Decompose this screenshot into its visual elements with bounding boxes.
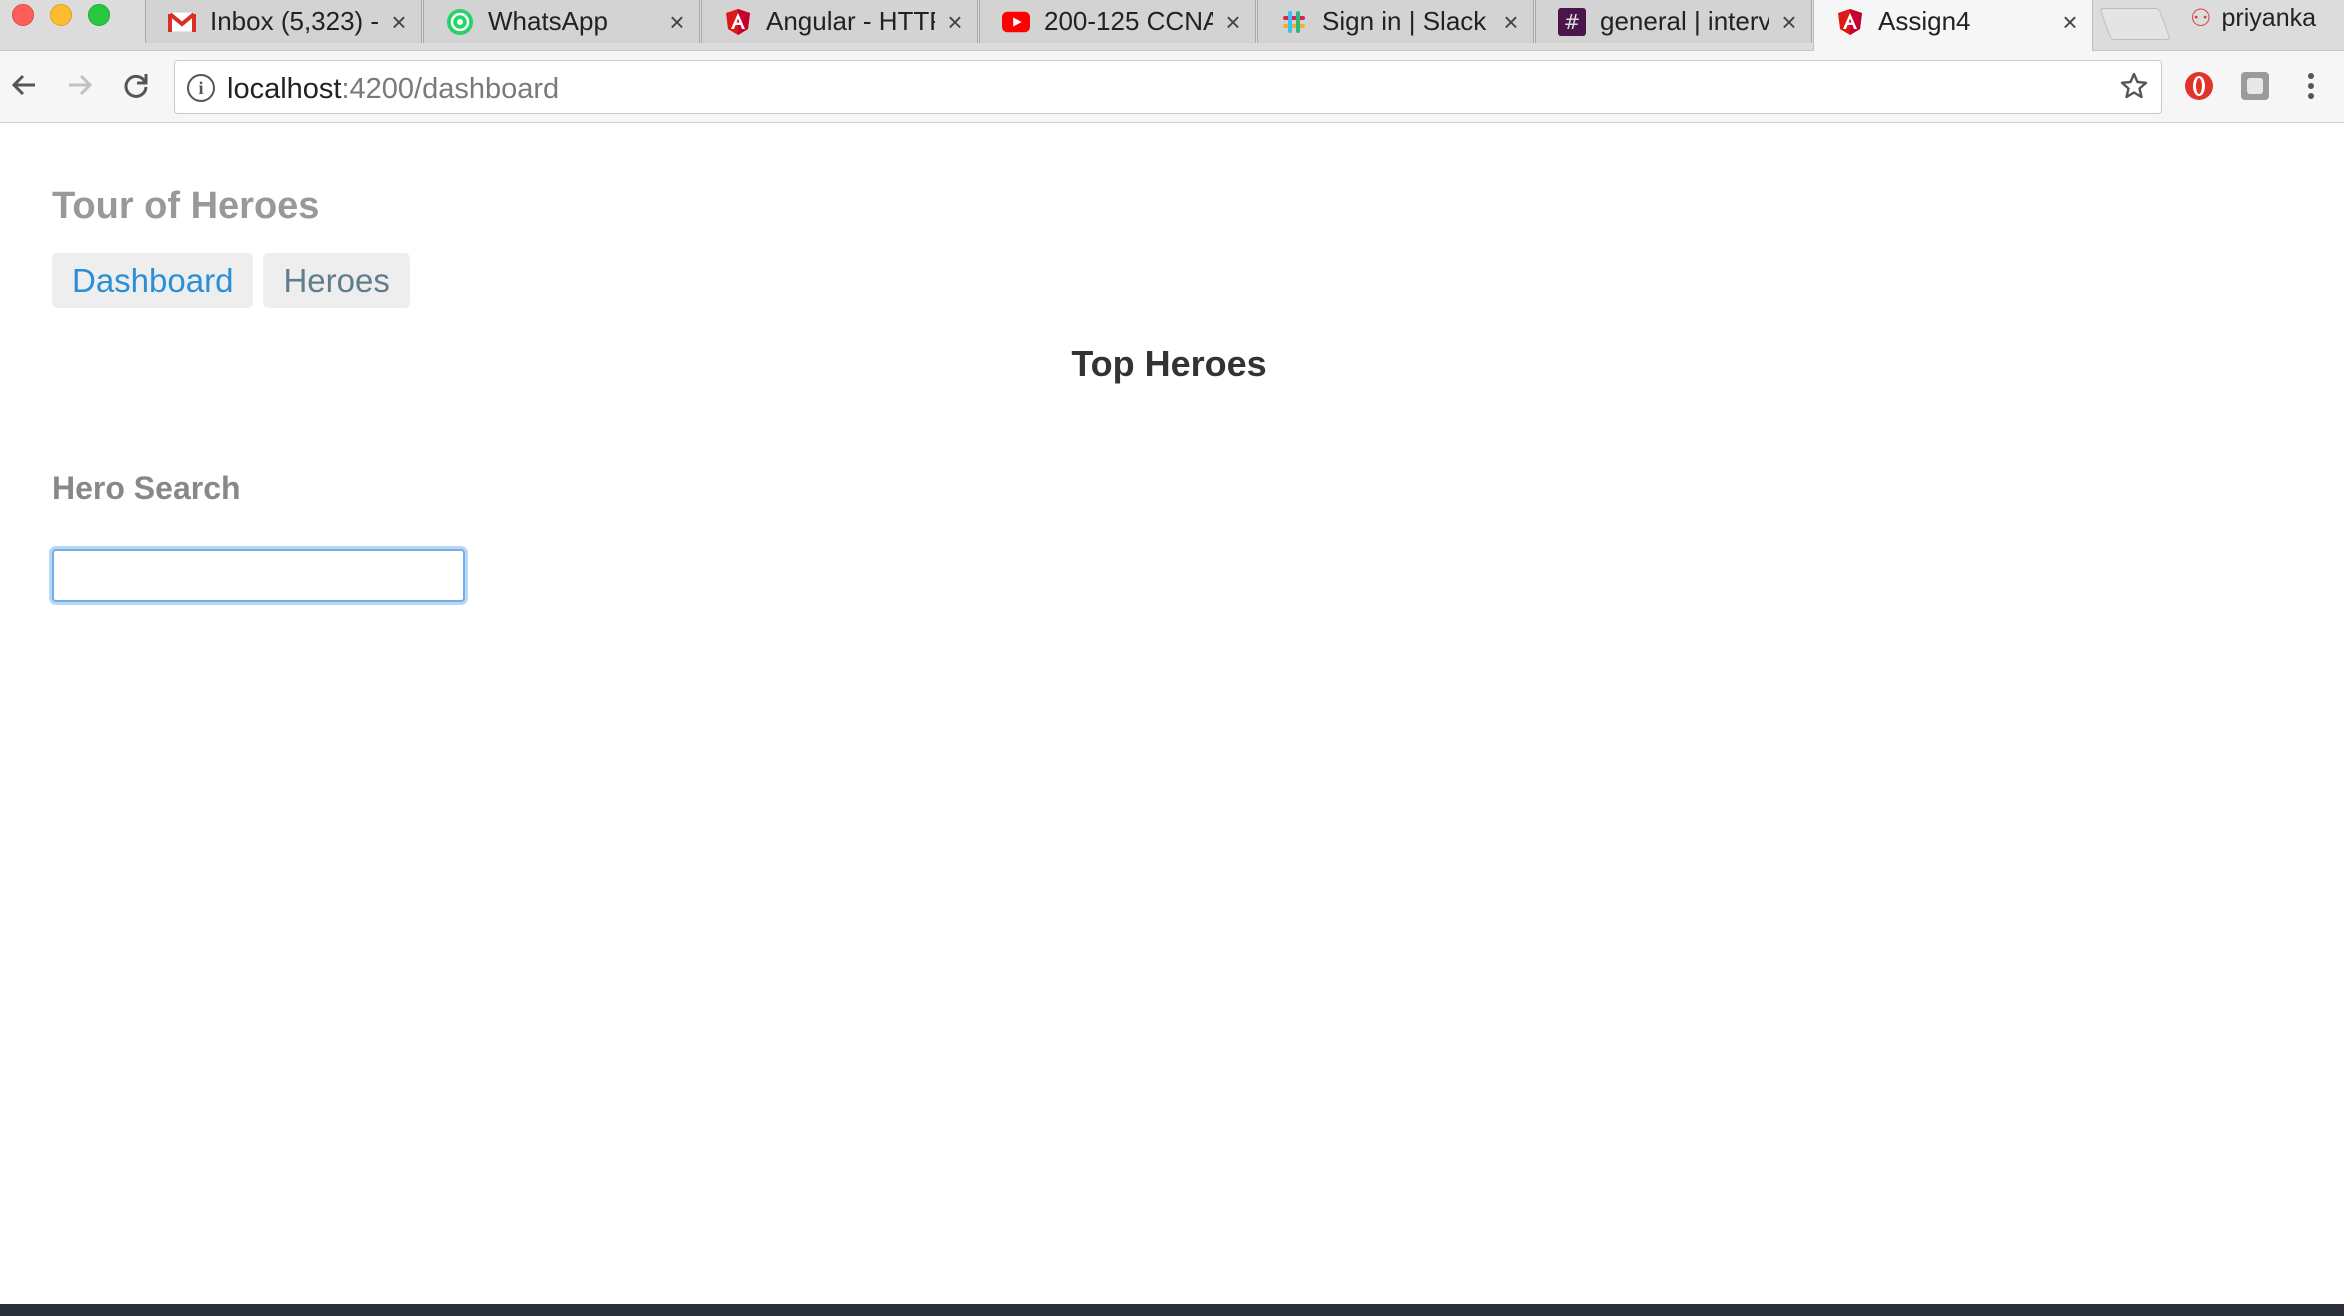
tab-title: 200-125 CCNA: [1044, 6, 1213, 36]
new-tab-button[interactable]: [2099, 8, 2171, 40]
site-info-icon[interactable]: i: [187, 74, 215, 102]
minimize-window-button[interactable]: [50, 4, 72, 26]
opera-extension-icon[interactable]: [2180, 67, 2218, 105]
tab-title: Sign in | Slack: [1322, 6, 1487, 36]
svg-text:#: #: [1564, 10, 1581, 34]
tab-assign4[interactable]: Assign4 ×: [1813, 0, 2093, 51]
profile-name: priyanka: [2221, 3, 2317, 32]
url-host: localhost: [227, 73, 342, 105]
tab-close-icon[interactable]: ×: [2058, 9, 2082, 35]
angular-icon: [1836, 8, 1864, 36]
gmail-icon: [168, 8, 196, 36]
tab-title: WhatsApp: [488, 6, 608, 36]
extension-icon[interactable]: [2236, 67, 2274, 105]
tab-close-icon[interactable]: ×: [665, 9, 689, 35]
youtube-icon: [1002, 8, 1030, 36]
reload-icon: [124, 74, 148, 98]
tab-slack-signin[interactable]: Sign in | Slack ×: [1257, 0, 1534, 43]
nav-link-dashboard[interactable]: Dashboard: [52, 253, 254, 308]
tab-close-icon[interactable]: ×: [387, 9, 411, 35]
desktop-dock-edge: [0, 1304, 2344, 1316]
browser-toolbar: i localhost:4200/dashboard: [0, 51, 2344, 123]
hero-search-input[interactable]: [52, 549, 465, 602]
app-nav: Dashboard Heroes: [52, 253, 410, 308]
url-path: :4200/dashboard: [341, 73, 560, 105]
tab-whatsapp[interactable]: WhatsApp ×: [423, 0, 700, 43]
slack-channel-icon: #: [1558, 7, 1586, 36]
forward-button[interactable]: [58, 63, 102, 107]
top-heroes-heading: Top Heroes: [1071, 343, 1267, 384]
tab-youtube[interactable]: 200-125 CCNA ×: [979, 0, 1256, 43]
tab-title: general | interv: [1600, 6, 1769, 36]
tab-angular-http[interactable]: Angular - HTTP ×: [701, 0, 978, 43]
reload-button[interactable]: [114, 63, 158, 107]
menu-dots-icon[interactable]: [2292, 67, 2330, 105]
tab-close-icon[interactable]: ×: [1221, 9, 1245, 35]
tab-close-icon[interactable]: ×: [1777, 9, 1801, 35]
app-title: Tour of Heroes: [52, 185, 320, 227]
tab-gmail[interactable]: Inbox (5,323) - ×: [145, 0, 422, 43]
nav-link-heroes[interactable]: Heroes: [263, 253, 410, 308]
profile-icon: ⚇: [2190, 4, 2212, 32]
address-bar[interactable]: i localhost:4200/dashboard: [174, 60, 2162, 114]
profile-button[interactable]: ⚇ priyanka: [2190, 0, 2316, 36]
tab-title: Assign4: [1878, 6, 1971, 36]
tab-close-icon[interactable]: ×: [1499, 9, 1523, 35]
forward-arrow-icon: [69, 74, 93, 96]
zoom-window-button[interactable]: [88, 4, 110, 26]
close-window-button[interactable]: [12, 4, 34, 26]
back-button[interactable]: [2, 63, 46, 107]
page-content: Tour of Heroes Dashboard Heroes Top Hero…: [0, 124, 2344, 1304]
tab-close-icon[interactable]: ×: [943, 9, 967, 35]
tab-slack-general[interactable]: # general | interv ×: [1535, 0, 1812, 43]
bookmark-star-icon[interactable]: [2117, 69, 2151, 103]
back-arrow-icon: [11, 74, 35, 96]
hero-search-heading: Hero Search: [52, 470, 241, 506]
url-text: localhost:4200/dashboard: [227, 73, 559, 106]
slack-icon: [1280, 8, 1308, 36]
tab-title: Angular - HTTP: [766, 6, 935, 36]
whatsapp-icon: [446, 8, 474, 36]
tab-title: Inbox (5,323) -: [210, 6, 379, 36]
angular-icon: [724, 8, 752, 36]
tab-strip: Inbox (5,323) - × WhatsApp × Angular - H…: [0, 0, 2344, 51]
